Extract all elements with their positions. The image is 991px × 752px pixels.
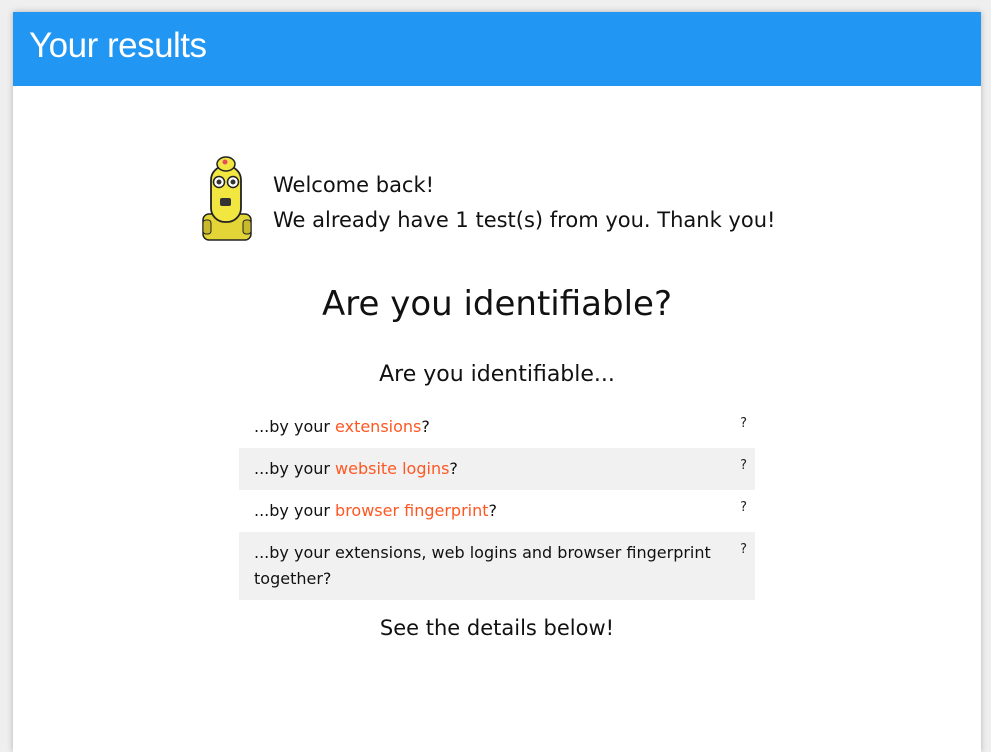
check-status: ? [740,416,747,431]
welcome-message: We already have 1 test(s) from you. Than… [273,208,776,232]
sub-heading: Are you identifiable... [379,362,615,387]
header-bar: Your results [13,12,981,86]
robot-mascot-icon [202,156,252,241]
check-browser-fingerprint: ...by your browser fingerprint? ? [239,490,755,532]
check-suffix: ? [449,459,458,478]
check-status: ? [740,500,747,515]
main-heading: Are you identifiable? [321,284,672,324]
check-label: ...by your [254,459,336,478]
check-highlight: extensions [335,417,422,436]
see-details-text: See the details below! [379,616,615,640]
check-status: ? [740,458,747,473]
check-suffix: ? [421,417,430,436]
check-label: ...by your extensions, web logins and br… [254,543,711,588]
welcome-greeting: Welcome back! [273,173,435,197]
check-label: ...by your [254,417,336,436]
check-extensions: ...by your extensions? ? [239,406,755,448]
results-card: Your results Welcome back! We already ha… [13,12,981,752]
check-status: ? [740,542,747,557]
check-highlight: browser fingerprint [335,501,489,520]
check-combined: ...by your extensions, web logins and br… [239,532,755,600]
check-label: ...by your [254,501,336,520]
page-title: Your results [29,26,207,65]
identifiability-checks: ...by your extensions? ? ...by your webs… [239,406,755,600]
welcome-section: Welcome back! We already have 1 test(s) … [197,150,775,242]
check-website-logins: ...by your website logins? ? [239,448,755,490]
check-highlight: website logins [335,459,450,478]
check-suffix: ? [488,501,498,520]
